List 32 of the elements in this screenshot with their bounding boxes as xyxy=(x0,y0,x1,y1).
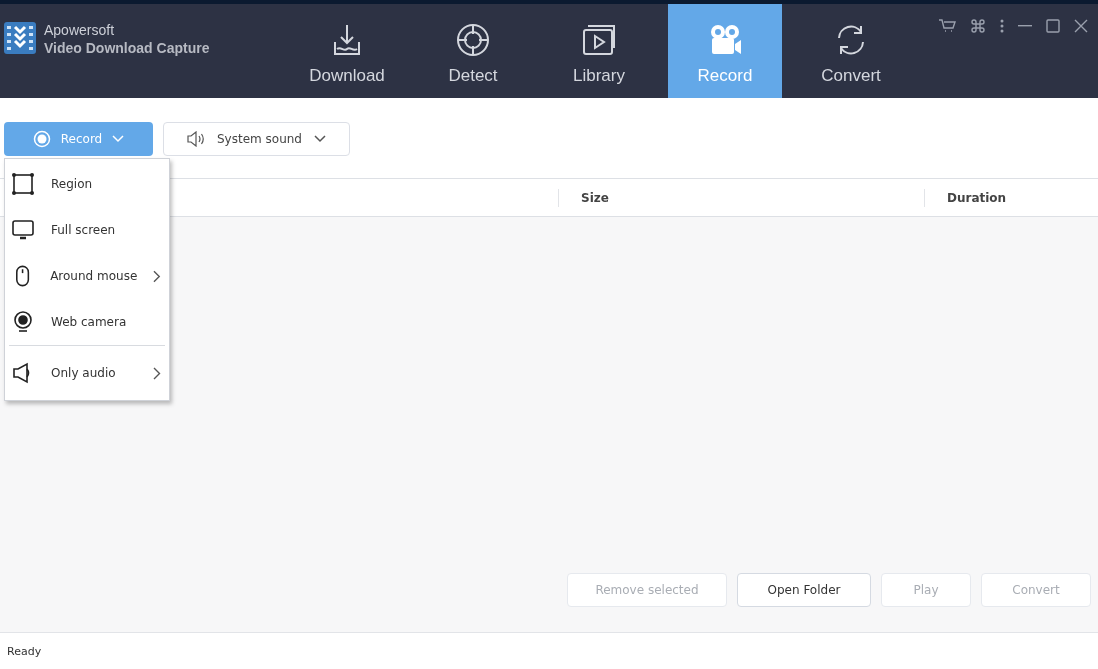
monitor-icon xyxy=(11,218,35,242)
nav-tab[interactable]: Download xyxy=(290,4,404,98)
menu-item[interactable]: Region xyxy=(5,161,169,207)
status-text: Ready xyxy=(7,644,42,658)
column-header[interactable]: Duration xyxy=(924,188,1098,207)
region-frame-icon xyxy=(11,172,35,196)
action-button[interactable]: Open Folder xyxy=(737,573,871,607)
product-name: Video Download Capture xyxy=(44,40,210,56)
menu-item[interactable]: Around mouse xyxy=(5,253,169,299)
brand-name: Apowersoft xyxy=(44,22,116,38)
nav-tab[interactable]: Detect xyxy=(416,4,530,98)
record-dot-icon xyxy=(32,130,51,148)
minimize-icon[interactable] xyxy=(1018,25,1032,27)
nav-tab[interactable]: Library xyxy=(542,4,656,98)
more-icon[interactable] xyxy=(1000,19,1004,33)
chevron-down-icon xyxy=(314,135,326,143)
cart-icon[interactable] xyxy=(938,18,956,34)
close-icon[interactable] xyxy=(1074,19,1088,33)
target-icon xyxy=(455,22,491,58)
app-logo-icon xyxy=(4,22,36,54)
webcam-icon xyxy=(11,310,35,334)
menu-item[interactable]: Web camera xyxy=(5,299,169,345)
menu-item[interactable]: Only audio xyxy=(5,350,169,396)
maximize-icon[interactable] xyxy=(1046,19,1060,33)
nav-tab[interactable]: Convert xyxy=(794,4,908,98)
menu-item[interactable]: Full screen xyxy=(5,207,169,253)
chevron-down-icon xyxy=(112,135,125,143)
command-icon[interactable] xyxy=(970,18,986,34)
speaker-icon xyxy=(187,131,205,147)
audio-source-dropdown[interactable]: System sound xyxy=(163,122,350,156)
column-header[interactable]: Size xyxy=(558,188,924,207)
play-window-icon xyxy=(581,22,617,58)
